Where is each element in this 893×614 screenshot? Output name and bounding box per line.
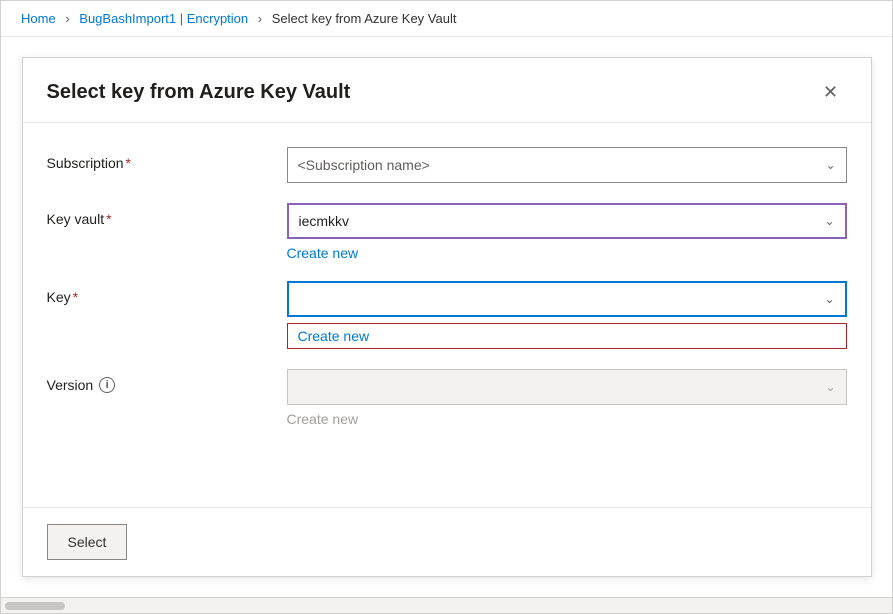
key-required: * [73, 289, 78, 305]
subscription-required: * [126, 155, 131, 171]
dialog: Select key from Azure Key Vault ✕ Subscr… [22, 57, 872, 577]
version-dropdown: ⌄ [287, 369, 847, 405]
subscription-dropdown[interactable]: <Subscription name> ⌄ [287, 147, 847, 183]
version-label-wrapper: Version i [47, 369, 287, 393]
version-chevron-icon: ⌄ [825, 380, 835, 394]
subscription-value: <Subscription name> [298, 157, 430, 173]
subscription-row: Subscription* <Subscription name> ⌄ [47, 147, 847, 183]
key-vault-chevron-icon: ⌄ [824, 214, 834, 228]
key-chevron-icon: ⌄ [824, 292, 834, 306]
key-vault-label: Key vault* [47, 203, 287, 227]
breadcrumb-sep-2: › [258, 11, 262, 26]
key-vault-control: iecmkkv ⌄ Create new [287, 203, 847, 261]
dialog-footer: Select [23, 508, 871, 576]
key-control: ⌄ Create new [287, 281, 847, 349]
scrollbar-thumb[interactable] [5, 602, 65, 610]
subscription-control: <Subscription name> ⌄ [287, 147, 847, 183]
dialog-header: Select key from Azure Key Vault ✕ [23, 58, 871, 123]
dialog-title: Select key from Azure Key Vault [47, 81, 351, 104]
key-row: Key* ⌄ Create new [47, 281, 847, 349]
breadcrumb-current: Select key from Azure Key Vault [272, 11, 457, 26]
subscription-label: Subscription* [47, 147, 287, 171]
key-vault-required: * [106, 211, 111, 227]
version-info-icon: i [99, 377, 115, 393]
version-create-new-text: Create new [287, 411, 847, 427]
scrollbar-area[interactable] [1, 597, 892, 613]
key-vault-dropdown[interactable]: iecmkkv ⌄ [287, 203, 847, 239]
close-button[interactable]: ✕ [815, 76, 847, 108]
version-row: Version i ⌄ Create new [47, 369, 847, 427]
breadcrumb-import[interactable]: BugBashImport1 | Encryption [79, 11, 248, 26]
breadcrumb-sep-1: › [65, 11, 69, 26]
key-create-new-link[interactable]: Create new [287, 323, 847, 349]
key-vault-row: Key vault* iecmkkv ⌄ Create new [47, 203, 847, 261]
key-label: Key* [47, 281, 287, 305]
subscription-chevron-icon: ⌄ [825, 158, 835, 172]
dialog-body: Subscription* <Subscription name> ⌄ Key … [23, 123, 871, 507]
key-dropdown[interactable]: ⌄ [287, 281, 847, 317]
key-vault-value: iecmkkv [299, 213, 350, 229]
breadcrumb-home[interactable]: Home [21, 11, 56, 26]
select-button[interactable]: Select [47, 524, 128, 560]
key-vault-create-new-link[interactable]: Create new [287, 245, 847, 261]
page-wrapper: Home › BugBashImport1 | Encryption › Sel… [0, 0, 893, 614]
version-control: ⌄ Create new [287, 369, 847, 427]
breadcrumb: Home › BugBashImport1 | Encryption › Sel… [1, 1, 892, 37]
